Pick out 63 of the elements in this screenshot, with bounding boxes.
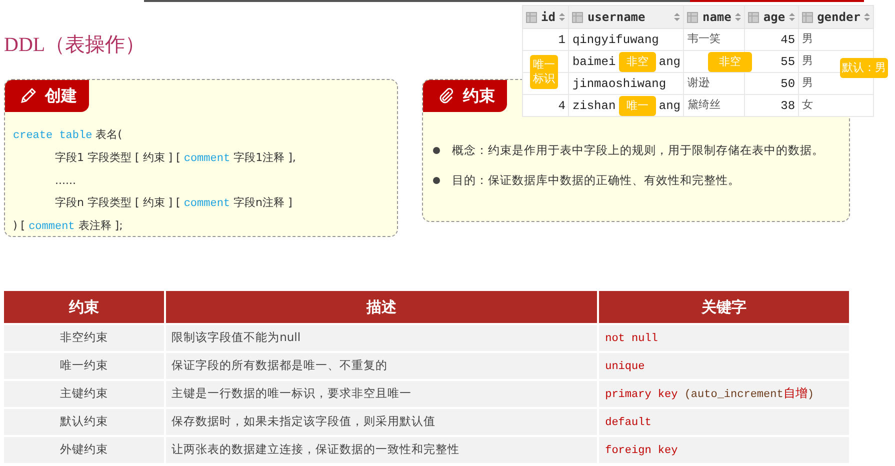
table-cell: 黛绮丝 [684,94,745,116]
table-cell: foreign key [599,437,849,463]
bullet-text: 概念：约束是作用于表中字段上的规则，用于限制存储在表中的数据。 [452,142,824,158]
column-icon [526,12,537,22]
table-cell: 38 [744,94,799,116]
card-header: 约束 [423,80,507,112]
annotation-tag: 默认：男 [840,58,888,78]
bullet-icon [433,176,440,184]
table-cell: default [599,409,849,435]
table-cell: 女 [798,94,874,116]
sort-icon[interactable] [864,12,870,22]
code-line: create table 表名( [13,127,124,144]
column-header[interactable]: age [744,6,799,28]
sort-icon[interactable] [789,12,796,22]
table-cell: 唯一约束 [4,353,164,379]
annotation-tag: 唯一标识 [530,55,558,89]
table-cell: 非空约束 [4,325,164,351]
table-cell: 限制该字段值不能为null [166,325,598,351]
code-line: ...... [54,173,77,189]
table-cell: 4 [522,94,569,116]
table-cell: 默认约束 [4,409,164,435]
card-header: 创建 [5,80,89,112]
column-icon [748,12,760,22]
table-cell: not null [599,325,849,351]
column-icon [802,12,814,22]
table-cell: primary key (auto_increment 自增) [599,381,849,407]
column-header[interactable]: username [568,6,684,28]
column-header[interactable]: name [684,6,745,28]
code-line: 字段n 字段类型 [ 约束 ] [ comment 字段n注释 ] [54,195,294,212]
column-header: 约束 [4,291,164,323]
table-cell: 保证字段的所有数据都是唯一、不重复的 [166,353,598,379]
column-header[interactable]: id [522,6,569,28]
pencil-icon [19,87,37,105]
table-cell: 1 [522,28,569,50]
slide-title: DDL（表操作） [4,33,146,58]
table-cell: 男 [798,28,874,50]
column-icon [572,12,584,22]
annotation-tag: 唯一 [619,96,656,116]
table-cell: 让两张表的数据建立连接，保证数据的一致性和完整性 [166,437,598,463]
column-header[interactable]: gender [798,6,874,28]
sort-icon[interactable] [559,12,566,22]
table-cell: 韦一笑 [684,28,745,50]
table-cell: 45 [744,28,799,50]
sort-icon[interactable] [735,12,742,22]
table-cell: unique [599,353,849,379]
sort-icon[interactable] [674,12,680,22]
column-header: 关键字 [599,291,849,323]
column-icon [687,12,698,22]
bullet-text: 目的：保证数据库中数据的正确性、有效性和完整性。 [452,172,740,188]
table-cell: 50 [744,72,799,94]
column-header: 描述 [166,291,598,323]
table-cell: qingyifuwang [568,28,684,50]
table-cell: 主键是一行数据的唯一标识，要求非空且唯一 [166,381,598,407]
annotation-tag: 非空 [619,52,656,72]
table-cell: 主键约束 [4,381,164,407]
code-line: 字段1 字段类型 [ 约束 ] [ comment 字段1注释 ], [54,150,297,167]
code-line: ) [ comment 表注释 ]; [13,218,124,235]
table-cell: 外键约束 [4,437,164,463]
table-cell: 保存数据时，如果未指定该字段值，则采用默认值 [166,409,598,435]
bullet-icon [433,146,440,154]
paperclip-icon [437,87,455,105]
annotation-tag: 非空 [708,52,752,72]
table-cell: jinmaoshiwang [568,72,684,94]
